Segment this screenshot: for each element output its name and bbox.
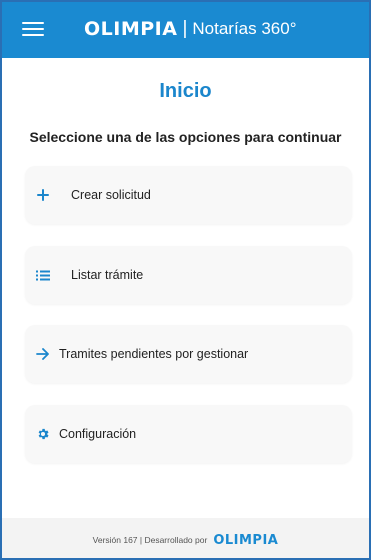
footer: Versión 167 | Desarrollado por olimpia	[2, 518, 369, 558]
page-subtitle: Seleccione una de las opciones para cont…	[29, 129, 342, 145]
option-configuracion[interactable]: Configuración	[25, 405, 352, 463]
gear-icon	[35, 426, 51, 442]
olimpia-logo: olimpia	[84, 18, 178, 40]
option-label: Configuración	[59, 427, 137, 441]
page-title: Inicio	[159, 80, 212, 102]
option-tramites-pendientes[interactable]: Tramites pendientes por gestionar	[25, 325, 352, 383]
option-listar-tramite[interactable]: Listar trámite	[25, 246, 352, 304]
product-name: Notarías 360°	[192, 19, 297, 38]
brand-separator: |	[182, 18, 188, 39]
footer-text: Versión 167 | Desarrollado por	[92, 535, 208, 545]
list-icon	[35, 267, 51, 283]
option-label: Crear solicitud	[71, 188, 151, 202]
brand: olimpia | Notarías 360°	[84, 16, 297, 42]
app-header: olimpia | Notarías 360°	[2, 2, 369, 58]
app-frame: olimpia | Notarías 360° Inicio Seleccion…	[0, 0, 371, 560]
option-crear-solicitud[interactable]: Crear solicitud	[25, 166, 352, 224]
plus-icon	[35, 187, 51, 203]
arrow-right-icon	[35, 346, 51, 362]
option-label: Listar trámite	[71, 268, 144, 282]
footer-olimpia-logo: olimpia	[213, 532, 279, 548]
option-label: Tramites pendientes por gestionar	[59, 347, 249, 361]
hamburger-menu-icon[interactable]	[22, 20, 44, 38]
